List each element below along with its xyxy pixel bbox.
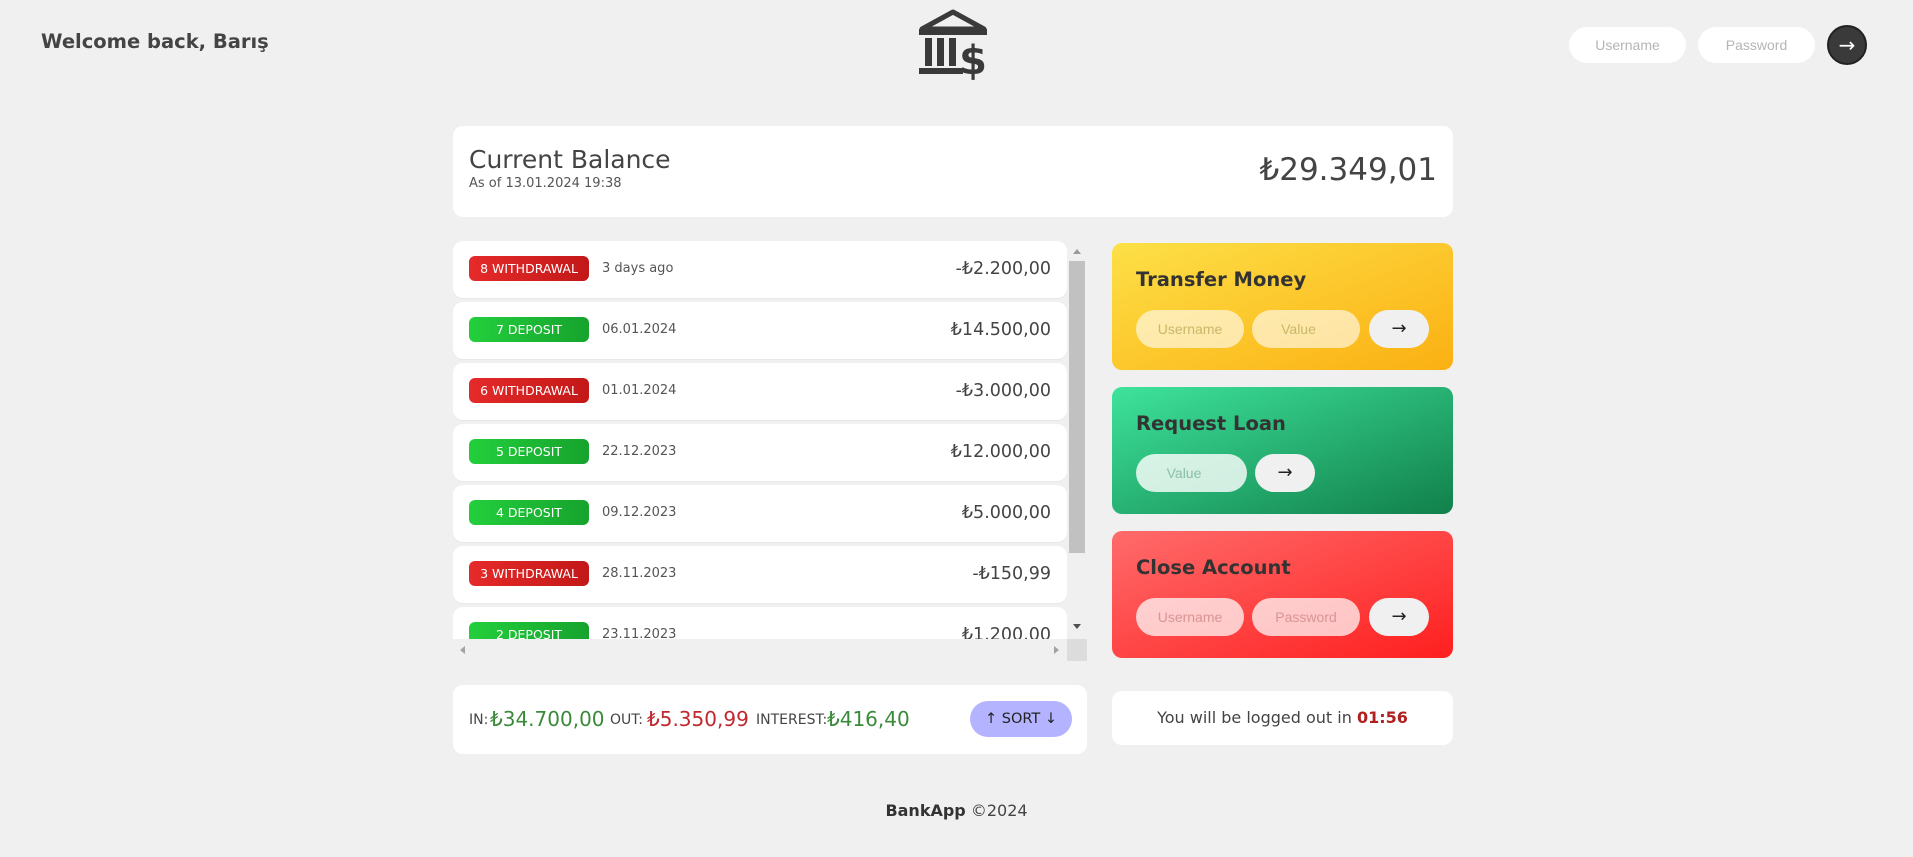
login-password-input[interactable] <box>1698 27 1815 63</box>
movement-date: 3 days ago <box>602 261 674 276</box>
login-username-input[interactable] <box>1569 27 1686 63</box>
deposit-badge: 7 DEPOSIT <box>469 317 589 342</box>
scroll-left-arrow-icon[interactable] <box>460 646 465 654</box>
transfer-to-input[interactable] <box>1136 310 1244 348</box>
footer: BankApp ©2024 <box>0 801 1913 820</box>
movements-list[interactable]: 8 WITHDRAWAL 3 days ago -₺2.200,00 7 DEPOSI… <box>453 241 1067 639</box>
svg-text:$: $ <box>959 38 987 80</box>
movement-value: ₺14.500,00 <box>950 320 1051 340</box>
close-title: Close Account <box>1136 556 1291 579</box>
movement-date: 06.01.2024 <box>602 322 677 337</box>
movement-value: -₺2.200,00 <box>955 259 1051 279</box>
welcome-message: Welcome back, Barış <box>41 30 269 53</box>
balance-card: Current Balance As of 13.01.2024 19:38 ₺… <box>453 126 1453 217</box>
transfer-money-card: Transfer Money → <box>1112 243 1453 370</box>
movement-date: 22.12.2023 <box>602 444 677 459</box>
vertical-scroll-thumb[interactable] <box>1069 261 1085 553</box>
login-form: → <box>1569 25 1867 65</box>
withdrawal-badge: 8 WITHDRAWAL <box>469 256 589 281</box>
movement-row: 6 WITHDRAWAL 01.01.2024 -₺3.000,00 <box>453 363 1067 420</box>
scrollbar-corner <box>1067 639 1087 661</box>
movement-value: ₺5.000,00 <box>961 503 1051 523</box>
vertical-scrollbar[interactable] <box>1067 241 1087 639</box>
movement-value: ₺1.200,00 <box>961 625 1051 639</box>
movement-date: 23.11.2023 <box>602 627 677 639</box>
movement-date: 09.12.2023 <box>602 505 677 520</box>
movement-row: 4 DEPOSIT 09.12.2023 ₺5.000,00 <box>453 485 1067 542</box>
movements-panel: 8 WITHDRAWAL 3 days ago -₺2.200,00 7 DEPOSI… <box>453 241 1087 661</box>
movement-row: 7 DEPOSIT 06.01.2024 ₺14.500,00 <box>453 302 1067 359</box>
deposit-badge: 5 DEPOSIT <box>469 439 589 464</box>
scroll-right-arrow-icon[interactable] <box>1054 646 1059 654</box>
summary-in-value: ₺34.700,00 <box>490 707 605 731</box>
movement-value: -₺150,99 <box>972 564 1051 584</box>
movement-row: 5 DEPOSIT 22.12.2023 ₺12.000,00 <box>453 424 1067 481</box>
logout-timer-card: You will be logged out in 01:56 <box>1112 691 1453 745</box>
deposit-badge: 4 DEPOSIT <box>469 500 589 525</box>
movement-value: ₺12.000,00 <box>950 442 1051 462</box>
movement-value: -₺3.000,00 <box>955 381 1051 401</box>
scroll-up-arrow-icon[interactable] <box>1073 249 1081 254</box>
movement-date: 28.11.2023 <box>602 566 677 581</box>
loan-amount-input[interactable] <box>1136 454 1247 492</box>
balance-value: ₺29.349,01 <box>1259 152 1438 188</box>
summary-bar: IN: ₺34.700,00 OUT: ₺5.350,99 INTEREST: … <box>453 685 1087 754</box>
loan-title: Request Loan <box>1136 412 1286 435</box>
balance-label: Current Balance <box>469 145 671 174</box>
top-nav: Welcome back, Barış $ → <box>0 0 1913 90</box>
movement-row: 2 DEPOSIT 23.11.2023 ₺1.200,00 <box>453 607 1067 639</box>
logout-text: You will be logged out in <box>1157 708 1357 727</box>
footer-brand: BankApp <box>885 801 966 820</box>
summary-out-value: ₺5.350,99 <box>647 707 749 731</box>
footer-copyright: ©2024 <box>965 801 1028 820</box>
movement-row: 8 WITHDRAWAL 3 days ago -₺2.200,00 <box>453 241 1067 298</box>
sort-button[interactable]: ↑ SORT ↓ <box>970 701 1072 737</box>
close-password-input[interactable] <box>1252 598 1360 636</box>
scroll-down-arrow-icon[interactable] <box>1073 624 1081 629</box>
deposit-badge: 2 DEPOSIT <box>469 622 589 639</box>
summary-in-label: IN: <box>469 712 489 728</box>
movement-row: 3 WITHDRAWAL 28.11.2023 -₺150,99 <box>453 546 1067 603</box>
horizontal-scrollbar[interactable] <box>453 639 1067 661</box>
transfer-submit-button[interactable]: → <box>1369 310 1429 348</box>
loan-submit-button[interactable]: → <box>1255 454 1315 492</box>
logout-timer: 01:56 <box>1356 708 1408 727</box>
summary-interest-value: ₺416,40 <box>827 707 910 731</box>
request-loan-card: Request Loan → <box>1112 387 1453 514</box>
close-submit-button[interactable]: → <box>1369 598 1429 636</box>
close-account-card: Close Account → <box>1112 531 1453 658</box>
summary-interest-label: INTEREST: <box>756 712 828 728</box>
bank-dollar-icon: $ <box>919 9 987 80</box>
withdrawal-badge: 3 WITHDRAWAL <box>469 561 589 586</box>
login-button[interactable]: → <box>1827 25 1867 65</box>
movement-date: 01.01.2024 <box>602 383 677 398</box>
withdrawal-badge: 6 WITHDRAWAL <box>469 378 589 403</box>
transfer-title: Transfer Money <box>1136 268 1307 291</box>
balance-date: As of 13.01.2024 19:38 <box>469 176 622 191</box>
close-username-input[interactable] <box>1136 598 1244 636</box>
summary-out-label: OUT: <box>610 712 643 728</box>
transfer-amount-input[interactable] <box>1252 310 1360 348</box>
